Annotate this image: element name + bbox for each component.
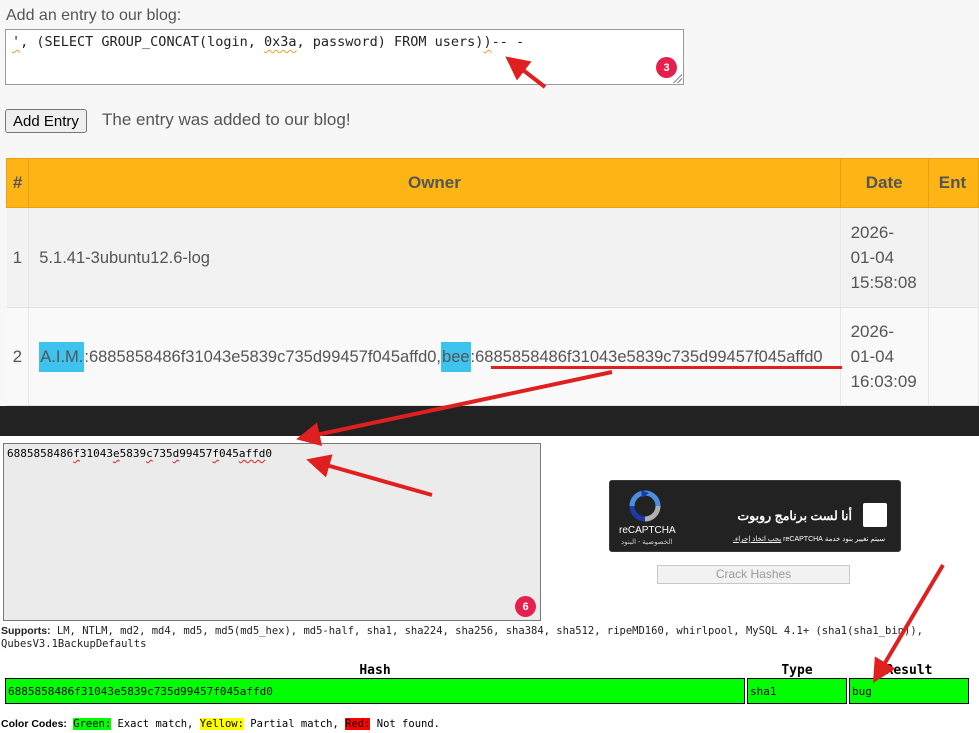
recaptcha-label: أنا لست برنامج روبوت	[737, 509, 852, 523]
legend-yellow: Yellow:	[199, 718, 244, 730]
column-header-number: #	[5, 158, 30, 208]
hash-underline-annotation	[491, 366, 842, 369]
column-header-owner: Owner	[28, 158, 841, 208]
legend-red: Red:	[345, 718, 371, 730]
column-header-result: Result	[885, 662, 933, 678]
row-number: 2	[6, 307, 30, 406]
row-date: 2026- 01-04 15:58:08	[840, 207, 929, 308]
table-row: 1 5.1.41-3ubuntu12.6-log 2026- 01-04 15:58…	[6, 207, 979, 308]
recaptcha-terms-link[interactable]: يجب اتخاذ إجراء.	[733, 536, 781, 543]
highlighted-login: A.I.M.	[39, 341, 85, 372]
row-number: 1	[6, 207, 30, 308]
column-header-entry: Ent	[927, 158, 979, 208]
textarea-close-paren: )	[483, 34, 492, 50]
color-codes-legend: Color Codes: Green: Exact match, Yellow:…	[1, 718, 440, 730]
highlighted-login: bee	[441, 341, 471, 372]
textarea-hex-separator: 0x3a	[263, 34, 297, 50]
table-row: 6885858486f31043e5839c735d99457f045affd0…	[5, 678, 969, 704]
recaptcha-checkbox[interactable]	[863, 503, 887, 527]
blog-entry-textarea[interactable]: ', (SELECT GROUP_CONCAT(login, 0x3a, pas…	[5, 29, 684, 85]
row-owner: 5.1.41-3ubuntu12.6-log	[28, 207, 841, 308]
row-entry	[928, 307, 979, 406]
recaptcha-brand: reCAPTCHA	[619, 525, 676, 536]
column-header-date: Date	[839, 158, 929, 208]
blog-entry-label: Add an entry to our blog:	[6, 7, 182, 24]
results-table: Hash Type Result 6885858486f31043e5839c7…	[3, 662, 971, 704]
status-message: The entry was added to our blog!	[102, 110, 351, 129]
hash-input-textarea[interactable]: 6885858486f31043e5839c735d99457f045affd0	[3, 443, 541, 621]
result-hash: 6885858486f31043e5839c735d99457f045affd0	[5, 678, 745, 704]
row-date: 2026- 01-04 16:03:09	[840, 307, 929, 406]
table-row: 2 A.I.M.:6885858486f31043e5839c735d99457…	[6, 307, 979, 406]
recaptcha-logo-icon	[629, 490, 661, 522]
column-header-type: Type	[781, 662, 813, 678]
step-badge: 6	[515, 596, 536, 617]
textarea-quote: '	[12, 34, 21, 50]
supported-algorithms: Supports: LM, NTLM, md2, md4, md5, md5(m…	[1, 625, 923, 650]
table-header-row: # Owner Date Ent	[5, 158, 979, 208]
crack-hashes-button[interactable]: Crack Hashes	[657, 565, 850, 584]
recaptcha-widget: أنا لست برنامج روبوت سيتم تغيير بنود خدم…	[609, 480, 901, 552]
sqli-blog-panel: Add an entry to our blog: ', (SELECT GRO…	[0, 0, 979, 406]
result-type: sha1	[747, 678, 847, 704]
legend-green: Green:	[73, 718, 112, 730]
recaptcha-privacy-links[interactable]: الخصوصية - البنود	[621, 538, 672, 546]
step-badge: 3	[656, 57, 677, 78]
result-value: bug	[849, 678, 969, 704]
add-entry-button[interactable]: Add Entry	[5, 109, 87, 133]
row-owner: A.I.M.:6885858486f31043e5839c735d99457f0…	[28, 307, 841, 406]
column-header-hash: Hash	[359, 662, 391, 678]
recaptcha-terms-note: سيتم تغيير بنود خدمة reCAPTCHA يجب اتخاذ…	[733, 536, 886, 543]
row-entry	[928, 207, 979, 308]
panel-divider	[0, 406, 979, 436]
results-header-row: Hash Type Result	[5, 662, 969, 678]
